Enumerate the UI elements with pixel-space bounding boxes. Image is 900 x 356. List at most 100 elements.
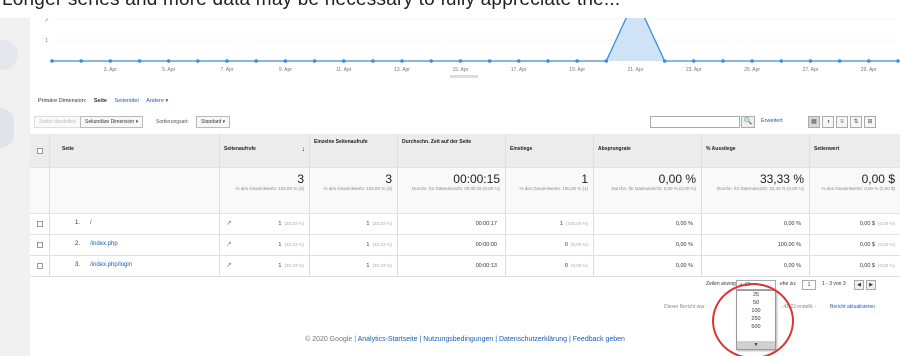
dimension-option-andere[interactable]: Andere ▾ bbox=[146, 98, 168, 104]
total-note: % des Gesamtwerts: 0,00 % (0,00 $) bbox=[821, 186, 895, 191]
total-value: 33,33 % bbox=[759, 172, 804, 186]
column-header-durchschn-zeit[interactable]: Durchschn. Zeit auf der Seite bbox=[398, 134, 506, 167]
column-header-einzelne-seitenaufrufe[interactable]: Einzelne Seitenaufrufe bbox=[310, 134, 398, 167]
select-all-checkbox[interactable] bbox=[37, 148, 43, 154]
dimension-option-seitentitel[interactable]: Seitentitel bbox=[115, 98, 139, 104]
row-select-cell bbox=[30, 214, 50, 234]
side-decoration bbox=[0, 108, 14, 148]
series-area bbox=[52, 18, 898, 61]
scroll-handle bbox=[450, 75, 478, 78]
total-note: % des Gesamtwerts: 100,00 % (3) bbox=[235, 186, 304, 191]
total-einstiege: 1% des Gesamtwerts: 100,00 % (1) bbox=[506, 168, 594, 213]
search-icon[interactable]: 🔍 bbox=[741, 116, 755, 128]
total-einzelne-seitenaufrufe: 3% des Gesamtwerts: 100,00 % (3) bbox=[310, 168, 398, 213]
metric-value: 0,00 % bbox=[675, 221, 693, 227]
total-note: % des Gesamtwerts: 100,00 % (1) bbox=[519, 186, 588, 191]
metric-cell: 0,00 % bbox=[702, 256, 810, 276]
metric-cell: 0 (0,00 %) bbox=[506, 256, 594, 276]
row-checkbox[interactable] bbox=[37, 263, 43, 269]
column-header-seitenwert[interactable]: Seitenwert bbox=[810, 134, 900, 167]
data-point bbox=[721, 59, 725, 63]
metric-cell: 1 (100,00 %) bbox=[506, 214, 594, 234]
sort-dropdown[interactable]: Standard ▾ bbox=[196, 116, 231, 128]
metric-cell: 0,00 % bbox=[594, 235, 702, 255]
metric-cell: 1 (33,33 %) bbox=[220, 235, 310, 255]
page-link[interactable]: /index.php/login bbox=[90, 262, 132, 268]
row-select-cell bbox=[30, 235, 50, 255]
prev-page-button[interactable]: ◀ bbox=[854, 280, 864, 290]
data-point bbox=[779, 59, 784, 63]
total-value: 0,00 $ bbox=[861, 172, 895, 186]
metric-percent: (33,33 %) bbox=[284, 221, 304, 226]
grid-view-icon[interactable]: ▦ bbox=[808, 116, 820, 128]
secondary-dimension-dropdown[interactable]: Sekundäre Dimension ▾ bbox=[80, 116, 144, 128]
data-point bbox=[196, 59, 200, 63]
data-point bbox=[750, 59, 754, 63]
footer-links[interactable]: Analytics-Startseite | Nutzungsbedingung… bbox=[358, 336, 625, 343]
total-ausstiege: 33,33 % Durchn. für Datenansicht: 33,33 %… bbox=[702, 168, 810, 213]
metric-value: 0,00 $ bbox=[859, 221, 875, 227]
pie-view-icon[interactable]: ◑ bbox=[822, 116, 834, 128]
highlight-circle bbox=[712, 283, 794, 356]
column-header-ausstiege[interactable]: % Ausstiege bbox=[702, 134, 810, 167]
metric-value: 00:00:13 bbox=[475, 263, 497, 269]
x-tick-label: 9. Apr bbox=[279, 67, 292, 73]
metric-cell: 0,00 % bbox=[594, 214, 702, 234]
column-header-einstiege[interactable]: Einstiege bbox=[506, 134, 594, 167]
total-durchschn-zeit: 00:00:15 Durchn. für Datenansicht: 00:00:… bbox=[398, 168, 506, 213]
table-search-input[interactable] bbox=[650, 116, 740, 128]
column-header-absprungrate[interactable]: Absprungrate bbox=[594, 134, 702, 167]
page-link[interactable]: /index.php bbox=[90, 241, 118, 247]
total-value: 1 bbox=[581, 172, 588, 186]
metric-value: 0,00 % bbox=[783, 221, 801, 227]
metric-cell: 1 (33,33 %) bbox=[220, 214, 310, 234]
column-header-seite[interactable]: Seite bbox=[50, 134, 220, 167]
row-checkbox[interactable] bbox=[37, 221, 43, 227]
next-page-button[interactable]: ▶ bbox=[866, 280, 876, 290]
refresh-report-link[interactable]: Bericht aktualisieren bbox=[830, 304, 875, 310]
table-row[interactable]: 3./index.php/login ↗ 1 (33,33 %) 1 (33,33 %) 0… bbox=[30, 256, 900, 277]
plot-rows-button[interactable]: Zeilen darstellen bbox=[34, 116, 81, 128]
metric-cell: 1 (33,33 %) bbox=[310, 214, 398, 234]
comparison-view-icon[interactable]: ⇅ bbox=[850, 116, 862, 128]
caption-strip: Longer series and more data may be neces… bbox=[0, 0, 900, 18]
goto-page-input[interactable]: 1 bbox=[802, 280, 816, 290]
metric-percent: (33,33 %) bbox=[372, 242, 392, 247]
column-header-seitenaufrufe[interactable]: Seitenaufrufe ↓ bbox=[220, 134, 310, 167]
page-cell: 1. / ↗ bbox=[50, 214, 232, 234]
metric-value: 0,00 % bbox=[675, 263, 693, 269]
data-point bbox=[867, 59, 871, 63]
x-tick-label: 29. Apr bbox=[861, 67, 877, 73]
row-checkbox[interactable] bbox=[37, 242, 43, 248]
line-chart: 213. Apr 5. Apr 7. Apr 9. Apr 11. Apr 13. Apr… bbox=[45, 18, 900, 78]
primary-dimension-label: Primäre Dimension: bbox=[38, 98, 87, 104]
pivot-view-icon[interactable]: ⊞ bbox=[864, 116, 876, 128]
x-tick-label: 19. Apr bbox=[569, 67, 585, 73]
data-point bbox=[79, 59, 83, 63]
metric-cell: 0 (0,00 %) bbox=[506, 235, 594, 255]
table-row[interactable]: 1. / ↗ 1 (33,33 %) 1 (33,33 %) 00:00:17 1 (100,00… bbox=[30, 214, 900, 235]
metric-cell: 0,00 $ (0,00 %) bbox=[810, 235, 900, 255]
total-note: Durchn. für Datenansicht: 33,33 % (0,00 … bbox=[716, 186, 804, 191]
advanced-filter-link[interactable]: Erweitert bbox=[761, 118, 783, 124]
metric-cell: 0,00 $ (0,00 %) bbox=[810, 256, 900, 276]
total-note: Durchn. für Datenansicht: 0,00 % (0,00 %… bbox=[611, 186, 696, 191]
metric-value: 00:00:17 bbox=[475, 221, 497, 227]
total-seitenwert: 0,00 $% des Gesamtwerts: 0,00 % (0,00 $) bbox=[810, 168, 900, 213]
metric-value: 0 bbox=[564, 263, 568, 269]
data-point bbox=[429, 59, 434, 63]
metric-percent: (33,33 %) bbox=[372, 221, 392, 226]
data-point bbox=[808, 59, 813, 63]
metric-value: 0,00 $ bbox=[859, 242, 875, 248]
side-decoration bbox=[0, 40, 18, 70]
bar-view-icon[interactable]: ≡ bbox=[836, 116, 848, 128]
metric-cell: 00:00:17 bbox=[398, 214, 506, 234]
table-row[interactable]: 2./index.php ↗ 1 (33,33 %) 1 (33,33 %) 00:00:0… bbox=[30, 235, 900, 256]
metric-value: 1 bbox=[366, 221, 370, 227]
totals-empty-cell bbox=[30, 168, 50, 213]
dimension-option-active[interactable]: Seite bbox=[94, 98, 107, 104]
page-link[interactable]: / bbox=[90, 220, 92, 226]
x-tick-label: 7. Apr bbox=[220, 67, 233, 73]
x-tick-label: 27. Apr bbox=[803, 67, 819, 73]
report-panel: 2 1 3. Apr 5. Apr 7. Apr 9. Apr 11. Apr 13. Apr… bbox=[30, 18, 900, 356]
